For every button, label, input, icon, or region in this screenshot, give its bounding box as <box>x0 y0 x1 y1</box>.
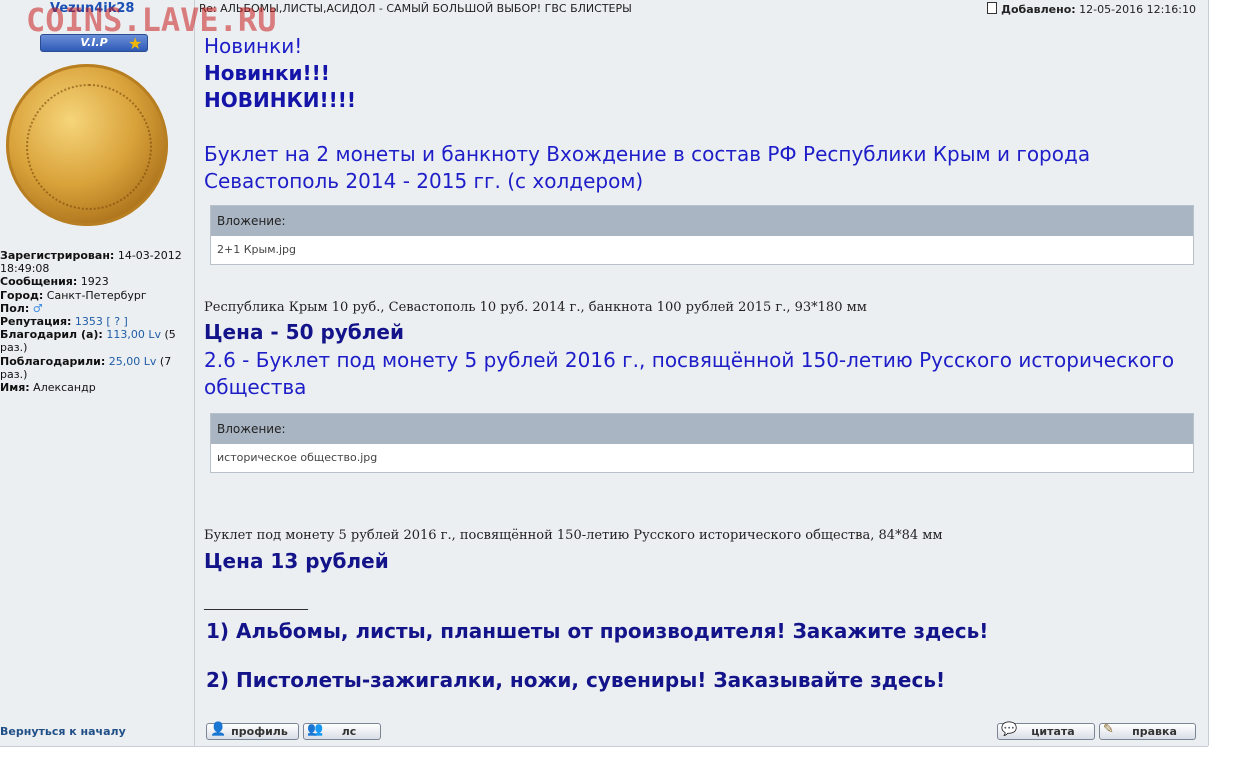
user-icon: 👤 <box>210 722 227 737</box>
document-icon <box>987 2 998 14</box>
attachment-label: Вложение: <box>211 206 1193 236</box>
reputation-help-link[interactable]: [ ? ] <box>106 315 127 328</box>
item2-price: Цена 13 рублей <box>204 549 389 573</box>
city-value: Санкт-Петербург <box>46 288 147 302</box>
reputation-label: Репутация: <box>0 315 72 329</box>
page-bottom-strip <box>0 746 1208 763</box>
edit-button-label: правка <box>1132 725 1177 738</box>
attachment-file-link[interactable]: 2+1 Крым.jpg <box>211 236 1193 264</box>
gender-label: Пол: <box>0 301 30 315</box>
attachment-file-link[interactable]: историческое общество.jpg <box>211 444 1193 472</box>
reputation-value[interactable]: 1353 <box>75 315 103 328</box>
name-label: Имя: <box>0 381 30 395</box>
site-watermark: COINS.LAVE.RU <box>26 1 277 39</box>
author-info: Зарегистрирован: 14-03-2012 18:49:08 Соо… <box>0 249 190 394</box>
pm-button[interactable]: 👥 лс <box>303 722 381 740</box>
item2-title: 2.6 - Буклет под монету 5 рублей 2016 г.… <box>204 348 1175 399</box>
quote-button[interactable]: 💬 цитата <box>997 722 1095 740</box>
messages-value: 1923 <box>80 275 109 289</box>
registered-label: Зарегистрирован: <box>0 249 115 262</box>
thanked-by-value[interactable]: 25,00 Lv <box>109 355 157 368</box>
posted-value: 12-05-2016 12:16:10 <box>1079 3 1196 16</box>
item1-description: Республика Крым 10 руб., Севастополь 10 … <box>204 300 867 315</box>
reputation-row: Репутация: 1353 [ ? ] <box>0 315 190 328</box>
post-container: Vezun4ik28 V.I.P ★ Зарегистрирован: 14-0… <box>0 0 1209 746</box>
thanked-value[interactable]: 113,00 Lv <box>106 328 161 341</box>
messages-label: Сообщения: <box>0 275 78 289</box>
profile-button[interactable]: 👤 профиль <box>206 722 299 740</box>
author-panel: Vezun4ik28 V.I.P ★ Зарегистрирован: 14-0… <box>0 0 195 746</box>
posted-label: Добавлено: <box>1001 3 1076 16</box>
attachment-box-1: Вложение: 2+1 Крым.jpg <box>210 205 1194 265</box>
thanked-label: Благодарил (а): <box>0 328 103 342</box>
gender-row: Пол: ♂ <box>0 302 190 315</box>
avatar-coin-rim <box>26 84 152 210</box>
male-icon: ♂ <box>32 301 43 315</box>
thanked-by-row: Поблагодарили: 25,00 Lv (7 раз.) <box>0 355 190 381</box>
city-row: Город: Санкт-Петербург <box>0 289 190 302</box>
registered-row: Зарегистрирован: 14-03-2012 18:49:08 <box>0 249 190 275</box>
item1-price: Цена - 50 рублей <box>204 320 404 344</box>
users-icon: 👥 <box>307 722 324 737</box>
edit-button[interactable]: ✎ правка <box>1099 722 1196 740</box>
name-row: Имя: Александр <box>0 381 190 394</box>
item2-description: Буклет под монету 5 рублей 2016 г., посв… <box>204 528 943 543</box>
quote-button-label: цитата <box>1031 725 1075 738</box>
signature-divider: ________________ <box>204 596 308 611</box>
item1-title: Буклет на 2 монеты и банкноту Вхождение … <box>204 142 1091 193</box>
attachment-box-2: Вложение: историческое общество.jpg <box>210 413 1194 473</box>
signature-link-albums[interactable]: 1) Альбомы, листы, планшеты от производи… <box>206 619 988 643</box>
name-value: Александр <box>33 381 96 395</box>
speech-bubble-icon: 💬 <box>1001 722 1018 737</box>
attachment-label: Вложение: <box>211 414 1193 444</box>
back-to-top-link[interactable]: Вернуться к началу <box>0 725 126 738</box>
pencil-icon: ✎ <box>1103 722 1114 737</box>
profile-button-label: профиль <box>231 725 288 738</box>
pm-button-label: лс <box>341 725 357 738</box>
city-label: Город: <box>0 288 44 302</box>
post-date: Добавлено: 12-05-2016 12:16:10 <box>987 2 1196 16</box>
avatar <box>6 64 168 226</box>
thanked-row: Благодарил (а): 113,00 Lv (5 раз.) <box>0 328 190 354</box>
novelty-line-2: Новинки!!! <box>204 61 330 85</box>
novelty-line-3: НОВИНКИ!!!! <box>204 88 357 112</box>
messages-row: Сообщения: 1923 <box>0 275 190 288</box>
signature-link-lighters[interactable]: 2) Пистолеты-зажигалки, ножи, сувениры! … <box>206 668 945 692</box>
thanked-by-label: Поблагодарили: <box>0 354 106 368</box>
